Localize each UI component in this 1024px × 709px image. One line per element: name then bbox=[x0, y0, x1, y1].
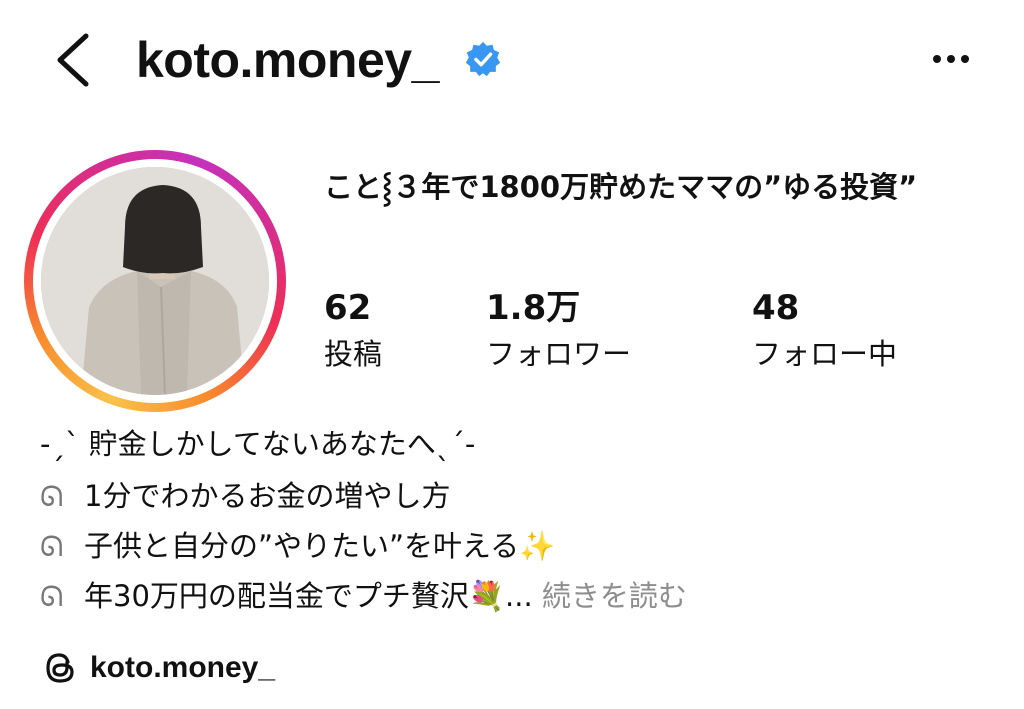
more-options-button[interactable] bbox=[920, 40, 982, 78]
back-button[interactable] bbox=[48, 28, 100, 92]
bio-line-1: -ˏˋ 貯金しかしてないあなたへˎˊ- bbox=[40, 427, 476, 461]
chevron-left-icon bbox=[57, 33, 89, 87]
threads-icon bbox=[46, 653, 74, 683]
ribbon-icon: ᘏ bbox=[40, 530, 64, 563]
read-more-link[interactable]: 続きを読む bbox=[542, 579, 687, 613]
story-ring[interactable] bbox=[24, 150, 286, 412]
bio-line-2: ᘏ 1分でわかるお金の増やし方 bbox=[40, 476, 450, 517]
ribbon-icon: ᘏ bbox=[40, 480, 64, 513]
ribbon-icon: ᘏ bbox=[40, 580, 64, 613]
bio-line-text: 年30万円の配当金でプチ贅沢💐... bbox=[84, 579, 533, 613]
threads-handle: koto.money_ bbox=[90, 651, 276, 684]
followers-count[interactable]: 1.8万 bbox=[486, 286, 580, 330]
bio-line-4: ᘏ 年30万円の配当金でプチ贅沢💐... 続きを読む bbox=[40, 576, 687, 617]
posts-count[interactable]: 62 bbox=[324, 286, 371, 330]
profile-page: koto.money_ こと⸾３年で1800万貯めたママの”ゆる投資” 62 投… bbox=[0, 0, 1024, 709]
threads-link[interactable]: koto.money_ bbox=[40, 645, 275, 691]
bio-line-text: 1分でわかるお金の増やし方 bbox=[84, 479, 451, 513]
profile-username: koto.money_ bbox=[136, 32, 439, 88]
bio-line-text: 子供と自分の”やりたい”を叶える✨ bbox=[84, 529, 556, 563]
posts-label[interactable]: 投稿 bbox=[324, 334, 382, 374]
followers-label[interactable]: フォロワー bbox=[486, 334, 631, 374]
following-count[interactable]: 48 bbox=[752, 286, 799, 330]
more-horizontal-icon bbox=[933, 55, 969, 63]
verified-badge-icon bbox=[464, 40, 502, 78]
following-label[interactable]: フォロー中 bbox=[752, 334, 897, 374]
bio-line-3: ᘏ 子供と自分の”やりたい”を叶える✨ bbox=[40, 526, 555, 567]
avatar bbox=[41, 167, 269, 395]
display-name: こと⸾３年で1800万貯めたママの”ゆる投資” bbox=[324, 170, 918, 204]
